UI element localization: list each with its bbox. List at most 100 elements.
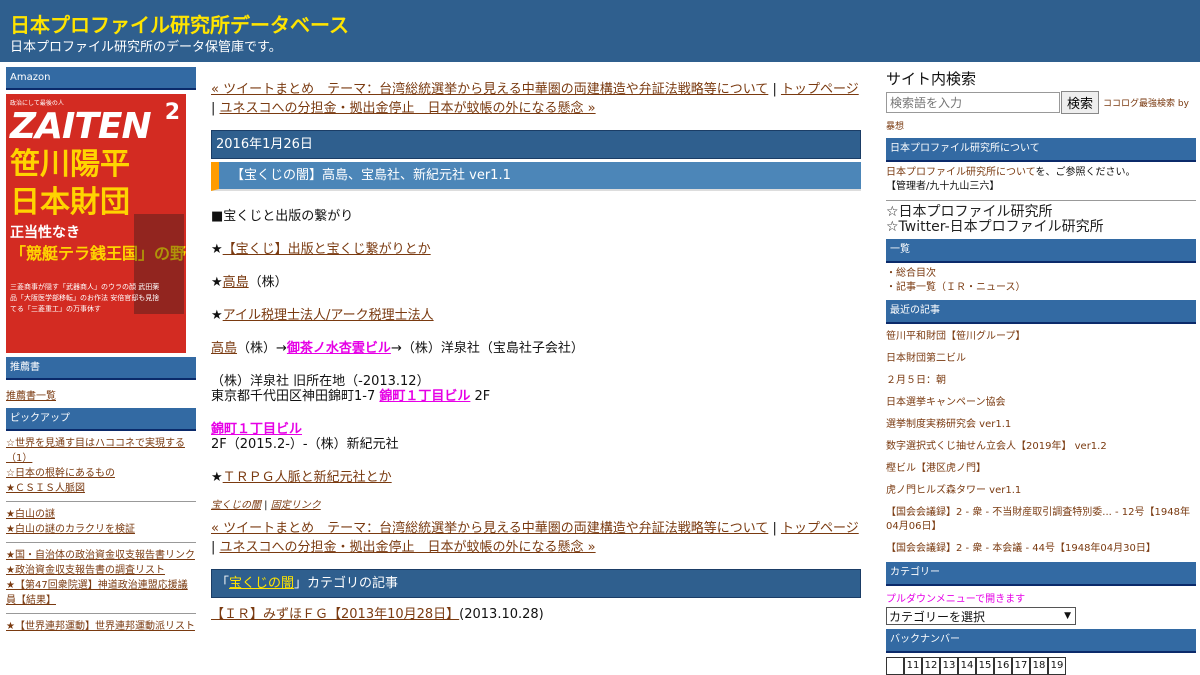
pickup-link[interactable]: ★白山の謎	[6, 507, 196, 522]
heading-text: 「	[216, 576, 230, 591]
calendar-day[interactable]: 15	[976, 657, 994, 675]
pickup-link[interactable]: ★【第47回衆院選】神道政治連盟応援議員【結果】	[6, 578, 196, 608]
index-link[interactable]: ・記事一覧（ＩＲ・ニュース）	[886, 281, 1196, 295]
category-select[interactable]: カテゴリーを選択 ▼	[886, 607, 1076, 625]
prev-entry-link[interactable]: « ツイートまとめ テーマ：台湾総統選挙から見える中華圏の両建構造や弁証法戦略等…	[211, 521, 768, 536]
search-heading: サイト内検索	[886, 70, 977, 88]
cover-headline: 笹川陽平 日本財団	[10, 146, 130, 222]
body-text: （株）→	[237, 341, 287, 356]
body-line: 高島（株）→御茶ノ水杏雲ビル→（株）洋泉社（宝島社子会社）	[211, 341, 861, 356]
recent-article-link[interactable]: 選挙制度実務研究会 ver1.1	[886, 414, 1196, 436]
entry-date: 2016年1月26日	[211, 130, 861, 159]
recent-article-link[interactable]: 数字選択式くじ抽せん立会人【2019年】 ver1.2	[886, 436, 1196, 458]
next-entry-link[interactable]: ユネスコへの分担金・拠出金停止 日本が蚊帳の外になる懸念 »	[220, 540, 596, 555]
twitter-link[interactable]: ☆Twitter-日本プロファイル研究所	[886, 220, 1196, 235]
calendar-day[interactable]: 18	[1030, 657, 1048, 675]
cover-masthead: ZAITEN	[10, 106, 152, 147]
pickup-link[interactable]: ★政治資金収支報告書の調査リスト	[6, 563, 196, 578]
manager-text: 【管理者/九十九山三六】	[886, 181, 1000, 192]
about-heading: 日本プロファイル研究所について	[886, 138, 1196, 162]
calendar-day[interactable]: 14	[958, 657, 976, 675]
calendar-day[interactable]: 11	[904, 657, 922, 675]
recent-article-link[interactable]: 日本財団第二ビル	[886, 348, 1196, 370]
dropdown-arrow-icon: ▼	[1064, 611, 1071, 621]
index-list: ・総合目次 ・記事一覧（ＩＲ・ニュース）	[886, 263, 1196, 297]
body-link[interactable]: ＴＲＰＧ人脈と新紀元社とか	[223, 470, 392, 485]
backnumber-heading: バックナンバー	[886, 629, 1196, 653]
prev-entry-link[interactable]: « ツイートまとめ テーマ：台湾総統選挙から見える中華圏の両建構造や弁証法戦略等…	[211, 82, 768, 97]
body-line: 錦町１丁目ビル 2F（2015.2-）-（株）新紀元社	[211, 422, 861, 452]
recent-article-link[interactable]: 樫ビル【港区虎ノ門】	[886, 458, 1196, 480]
body-link[interactable]: アイル税理士法人/アーク税理士法人	[223, 308, 434, 323]
building-link[interactable]: 錦町１丁目ビル	[379, 389, 470, 404]
body-line: ★【宝くじ】出版と宝くじ繋がりとか	[211, 242, 861, 257]
recent-article-link[interactable]: 笹川平和財団【笹川グループ】	[886, 326, 1196, 348]
book-cover-image[interactable]: 政治にして最後の人 ZAITEN 2 笹川陽平 日本財団 正当性なき 「競艇テラ…	[6, 94, 186, 353]
cover-sub-1: 正当性なき	[10, 225, 80, 241]
recent-article-link[interactable]: 虎ノ門ヒルズ森タワー ver1.1	[886, 480, 1196, 502]
calendar-day[interactable]: 17	[1012, 657, 1030, 675]
search-form: 検索 ココログ最強検索 by	[886, 91, 1196, 114]
body-line: （株）洋泉社 旧所在地（-2013.12） 東京都千代田区神田錦町1-7 錦町１丁…	[211, 374, 861, 404]
calendar-day[interactable]: 19	[1048, 657, 1066, 675]
nav-separator: |	[768, 521, 781, 536]
cover-issue: 2	[164, 100, 180, 125]
footer-category-link[interactable]: 宝くじの闇	[211, 500, 261, 511]
body-link[interactable]: 高島	[223, 275, 249, 290]
recent-article-link[interactable]: ２月５日：朝	[886, 370, 1196, 392]
star-mark: ★	[211, 308, 223, 323]
category-link[interactable]: 宝くじの闇	[229, 576, 294, 591]
pickup-link[interactable]: ★【世界連邦運動】世界連邦運動派リスト	[6, 619, 196, 634]
body-link[interactable]: 【宝くじ】出版と宝くじ繋がりとか	[223, 242, 431, 257]
body-line: ★アイル税理士法人/アーク税理士法人	[211, 308, 861, 323]
search-button[interactable]: 検索	[1061, 91, 1100, 114]
next-entry-link[interactable]: ユネスコへの分担金・拠出金停止 日本が蚊帳の外になる懸念 »	[220, 101, 596, 116]
calendar-day[interactable]	[886, 657, 904, 675]
nav-separator: |	[211, 540, 220, 555]
calendar-day[interactable]: 12	[922, 657, 940, 675]
left-sidebar: Amazon 政治にして最後の人 ZAITEN 2 笹川陽平 日本財団 正当性な…	[6, 67, 196, 639]
recent-article-link[interactable]: 【国会会議録】2 - 衆 - 不当財産取引調査特別委... - 12号【1948…	[886, 502, 1196, 538]
top-page-link[interactable]: トップページ	[781, 521, 859, 536]
entry-navigation-top: « ツイートまとめ テーマ：台湾総統選挙から見える中華圏の両建構造や弁証法戦略等…	[211, 80, 861, 118]
category-article-link[interactable]: 【ＩＲ】みずほＦＧ【2013年10月28日】	[211, 607, 459, 622]
body-text: 2F（2015.2-）-（株）新紀元社	[211, 437, 399, 452]
pickup-link[interactable]: ☆世界を見通す目はハココネで実現する（1）	[6, 436, 196, 466]
category-select-value: カテゴリーを選択	[889, 609, 986, 624]
pickup-link[interactable]: ★白山の謎のカラクリを検証	[6, 522, 196, 537]
calendar-day[interactable]: 13	[940, 657, 958, 675]
body-text: →（株）洋泉社（宝島社子会社）	[390, 341, 584, 356]
pickup-link[interactable]: ★ＣＳＩＳ人脈図	[6, 481, 196, 496]
right-sidebar: サイト内検索 検索 ココログ最強検索 by 暴想 日本プロファイル研究所について…	[886, 68, 1196, 675]
star-mark: ★	[211, 275, 223, 290]
pickup-group-3: ★国・自治体の政治資金収支報告書リンク ★政治資金収支報告書の調査リスト ★【第…	[6, 542, 196, 613]
body-link[interactable]: 高島	[211, 341, 237, 356]
list-heading: 一覧	[886, 239, 1196, 263]
building-link[interactable]: 御茶ノ水杏雲ビル	[287, 341, 391, 356]
top-page-link[interactable]: トップページ	[781, 82, 859, 97]
index-link[interactable]: ・総合目次	[886, 267, 1196, 281]
about-link[interactable]: 日本プロファイル研究所について	[886, 167, 1036, 178]
category-note: プルダウンメニューで開きます	[886, 594, 1026, 605]
recent-articles: 笹川平和財団【笹川グループ】 日本財団第二ビル ２月５日：朝 日本選挙キャンペー…	[886, 324, 1196, 562]
body-line: ★ＴＲＰＧ人脈と新紀元社とか	[211, 470, 861, 485]
recommended-list-link[interactable]: 推薦書一覧	[6, 387, 196, 402]
pickup-link[interactable]: ☆日本の根幹にあるもの	[6, 466, 196, 481]
category-articles-heading: 「宝くじの闇」カテゴリの記事	[211, 569, 861, 598]
search-input[interactable]	[886, 92, 1060, 113]
profile-link[interactable]: ☆日本プロファイル研究所	[886, 205, 1196, 220]
recent-article-link[interactable]: 【国会会議録】2 - 衆 - 本会議 - 44号【1948年04月30日】	[886, 538, 1196, 560]
body-text: 東京都千代田区神田錦町1-7	[211, 389, 380, 404]
recent-article-link[interactable]: 日本選挙キャンペーン協会	[886, 392, 1196, 414]
pickup-group-1: ☆世界を見通す目はハココネで実現する（1） ☆日本の根幹にあるもの ★ＣＳＩＳ人…	[6, 431, 196, 501]
permalink-link[interactable]: 固定リンク	[271, 500, 321, 511]
calendar-day[interactable]: 16	[994, 657, 1012, 675]
search-provider-link[interactable]: ココログ最強検索 by	[1103, 96, 1189, 109]
nav-separator: |	[768, 82, 781, 97]
backnumber-calendar: 11 12 13 14 15 16 17 18 19	[886, 657, 1196, 675]
building-link[interactable]: 錦町１丁目ビル	[211, 422, 302, 437]
site-title[interactable]: 日本プロファイル研究所データベース	[10, 9, 349, 38]
divider	[886, 200, 1196, 201]
body-line: ★高島（株）	[211, 275, 861, 290]
pickup-link[interactable]: ★国・自治体の政治資金収支報告書リンク	[6, 548, 196, 563]
